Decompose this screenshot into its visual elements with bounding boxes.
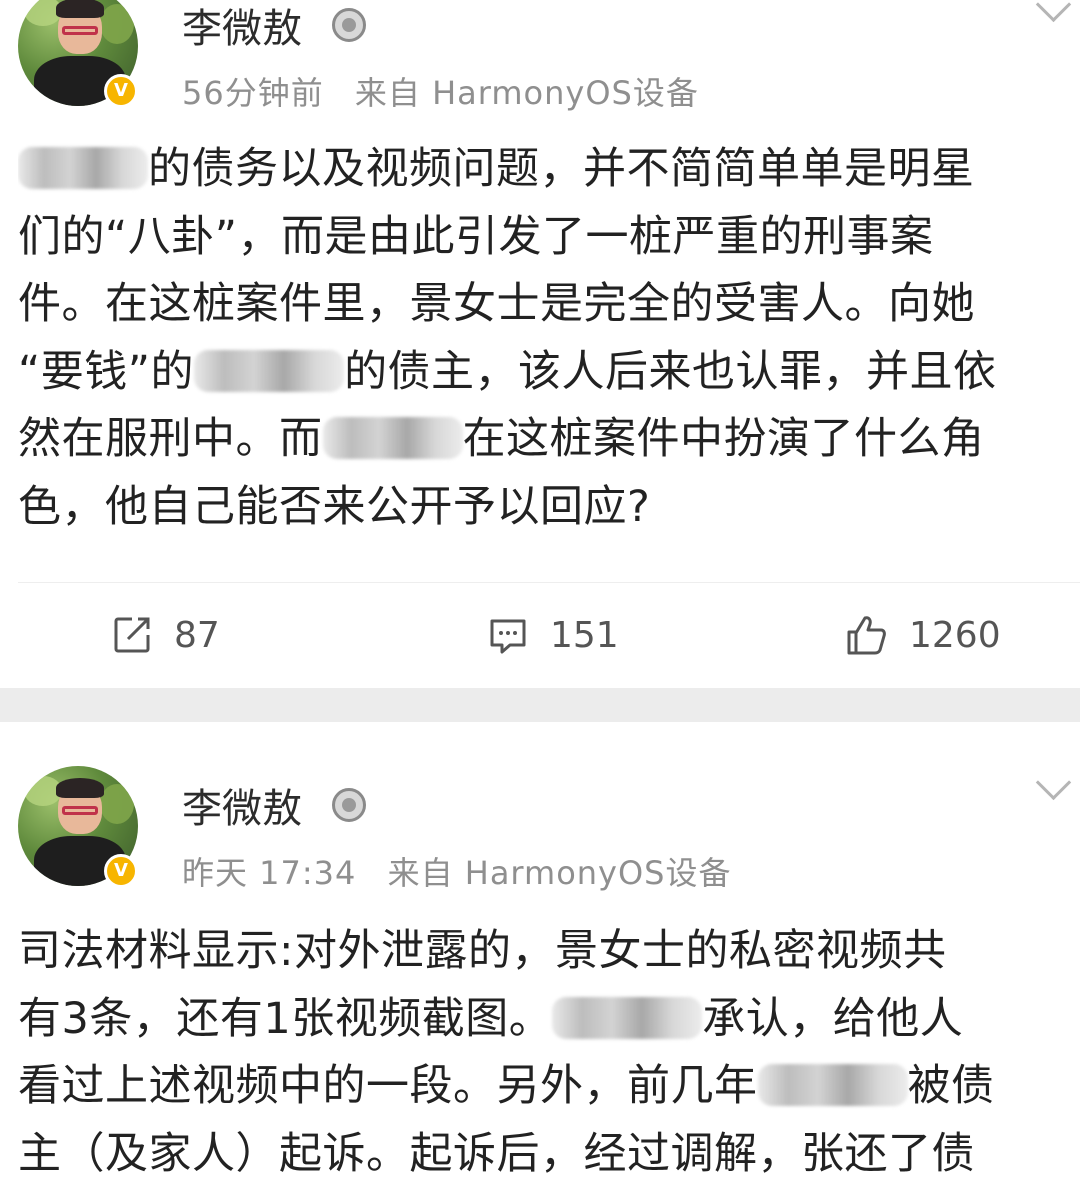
comment-button[interactable]: 151 bbox=[486, 606, 619, 664]
comment-icon bbox=[490, 619, 526, 654]
blurred-name bbox=[552, 996, 703, 1039]
blurred-name bbox=[322, 417, 463, 459]
repost-count: 87 bbox=[174, 614, 220, 656]
blurred-name bbox=[18, 147, 148, 189]
post-time: 昨天 17:34 bbox=[182, 854, 357, 892]
blurred-name bbox=[757, 1064, 908, 1106]
post-meta: 昨天 17:34 来自 HarmonyOS设备 bbox=[182, 848, 732, 894]
blurred-name bbox=[194, 349, 345, 392]
like-button[interactable]: 1260 bbox=[843, 606, 1001, 664]
content-line: 然在服刑中。而 在这桩案件中扮演了什么角 bbox=[18, 414, 985, 464]
divider bbox=[18, 582, 1080, 583]
weibo-post-1: V 李微敖 56分钟前 来自 HarmonyOS设备 的债务以及视频问题，并不简… bbox=[0, 0, 1080, 688]
content-line: 的债务以及视频问题，并不简简单单是明星 bbox=[18, 136, 1078, 204]
content-line: 们的“八卦”，而是由此引发了一桩严重的刑事案 bbox=[18, 211, 934, 262]
verified-badge-icon: V bbox=[104, 74, 138, 108]
weibo-post-2: V 李微敖 昨天 17:34 来自 HarmonyOS设备 司法材料显示:对外泄… bbox=[0, 722, 1080, 1188]
thumbs-up-icon bbox=[847, 616, 886, 655]
content-line: 件。在这桩案件里，景女士是完全的受害人。向她 bbox=[18, 279, 975, 329]
repost-icon bbox=[114, 617, 150, 653]
verified-badge-icon: V bbox=[104, 854, 138, 888]
post-content: 的债务以及视频问题，并不简简单单是明星 们的“八卦”，而是由此引发了一桩严重的刑… bbox=[18, 136, 1078, 541]
post-meta: 56分钟前 来自 HarmonyOS设备 bbox=[182, 68, 699, 114]
post-source: 来自 HarmonyOS设备 bbox=[387, 854, 732, 892]
chevron-down-icon[interactable] bbox=[1035, 0, 1072, 23]
content-line: 色，他自己能否来公开予以回应? bbox=[18, 481, 651, 532]
post-source: 来自 HarmonyOS设备 bbox=[354, 74, 699, 112]
content-line: 有3条，还有1张视频截图。 承认，给他人 bbox=[18, 993, 964, 1044]
like-count: 1260 bbox=[909, 614, 1001, 656]
content-line: 司法材料显示:对外泄露的，景女士的私密视频共 bbox=[18, 926, 947, 976]
medal-icon[interactable] bbox=[332, 788, 366, 822]
chevron-down-icon[interactable] bbox=[1035, 764, 1072, 801]
username[interactable]: 李微敖 bbox=[182, 776, 302, 834]
comment-count: 151 bbox=[550, 614, 619, 656]
post-time: 56分钟前 bbox=[182, 74, 324, 112]
medal-icon[interactable] bbox=[332, 8, 366, 42]
content-line: “要钱”的 的债主，该人后来也认罪，并且依 bbox=[18, 346, 997, 397]
content-line: 看过上述视频中的一段。另外，前几年 被债 bbox=[18, 1061, 995, 1111]
username[interactable]: 李微敖 bbox=[182, 0, 302, 54]
repost-button[interactable]: 87 bbox=[110, 606, 220, 664]
content-line: 主（及家人）起诉。起诉后，经过调解，张还了债 bbox=[18, 1128, 975, 1179]
post-content: 司法材料显示:对外泄露的，景女士的私密视频共 有3条，还有1张视频截图。 承认，给… bbox=[18, 918, 1078, 1188]
post-separator bbox=[0, 688, 1080, 722]
